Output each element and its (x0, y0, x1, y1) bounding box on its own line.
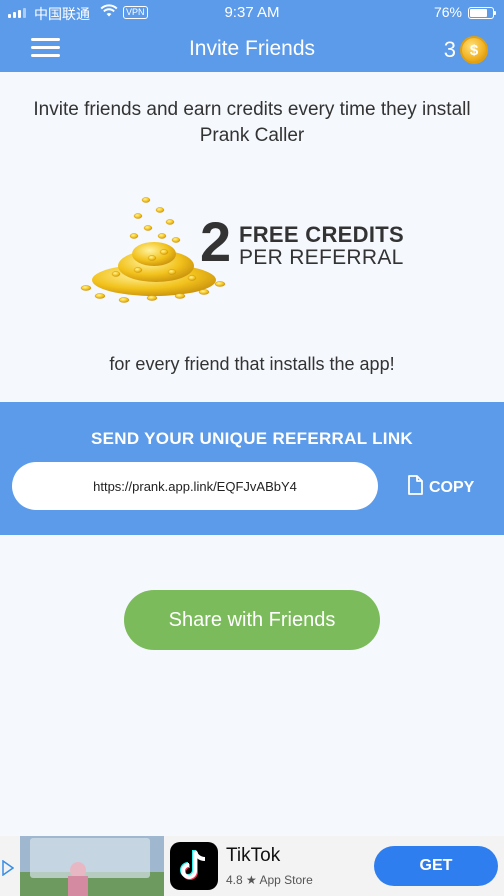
credits-balance[interactable]: 3 $ (444, 36, 488, 64)
copy-icon (407, 475, 423, 500)
adchoices-icon[interactable] (2, 860, 14, 876)
per-referral-label: PER REFERRAL (239, 246, 404, 269)
status-bar: 中国联通 VPN 9:37 AM 76% (0, 0, 504, 26)
coin-icon: $ (460, 36, 488, 64)
copy-label: COPY (429, 478, 475, 496)
ad-app-name: TikTok (226, 845, 281, 866)
battery-percentage: 76% (433, 4, 462, 20)
referral-link-field[interactable]: https://prank.app.link/EQFJvABbY4 (12, 462, 378, 510)
ad-app-rating: 4.8 ★ App Store (226, 873, 313, 887)
promo-footer-text: for every friend that installs the app! (109, 354, 395, 374)
ad-banner[interactable]: TikTok 4.8 ★ App Store GET (0, 836, 504, 896)
referral-panel: SEND YOUR UNIQUE REFERRAL LINK https://p… (0, 402, 504, 535)
status-time: 9:37 AM (224, 4, 280, 21)
free-credits-graphic: 2 FREE CREDITS PER REFERRAL (76, 192, 416, 307)
copy-button[interactable]: COPY (407, 475, 474, 500)
coin-symbol: $ (469, 41, 479, 59)
ad-thumbnail-image[interactable] (20, 836, 164, 896)
free-credits-label: FREE CREDITS (239, 222, 404, 247)
credits-number: 2 (200, 210, 232, 273)
credits-count: 3 (443, 37, 456, 62)
battery-icon (468, 7, 496, 19)
share-with-friends-button[interactable]: Share with Friends (124, 590, 380, 650)
referral-link-text: https://prank.app.link/EQFJvABbY4 (93, 478, 297, 494)
intro-text: Invite friends and earn credits every ti… (33, 99, 471, 146)
top-bar: 中国联通 VPN 9:37 AM 76% Invite Friends 3 $ (0, 0, 504, 72)
tiktok-logo-icon[interactable] (170, 842, 218, 890)
referral-heading: SEND YOUR UNIQUE REFERRAL LINK (91, 429, 413, 448)
ad-get-button[interactable]: GET (374, 846, 498, 886)
page-title: Invite Friends (188, 37, 316, 60)
